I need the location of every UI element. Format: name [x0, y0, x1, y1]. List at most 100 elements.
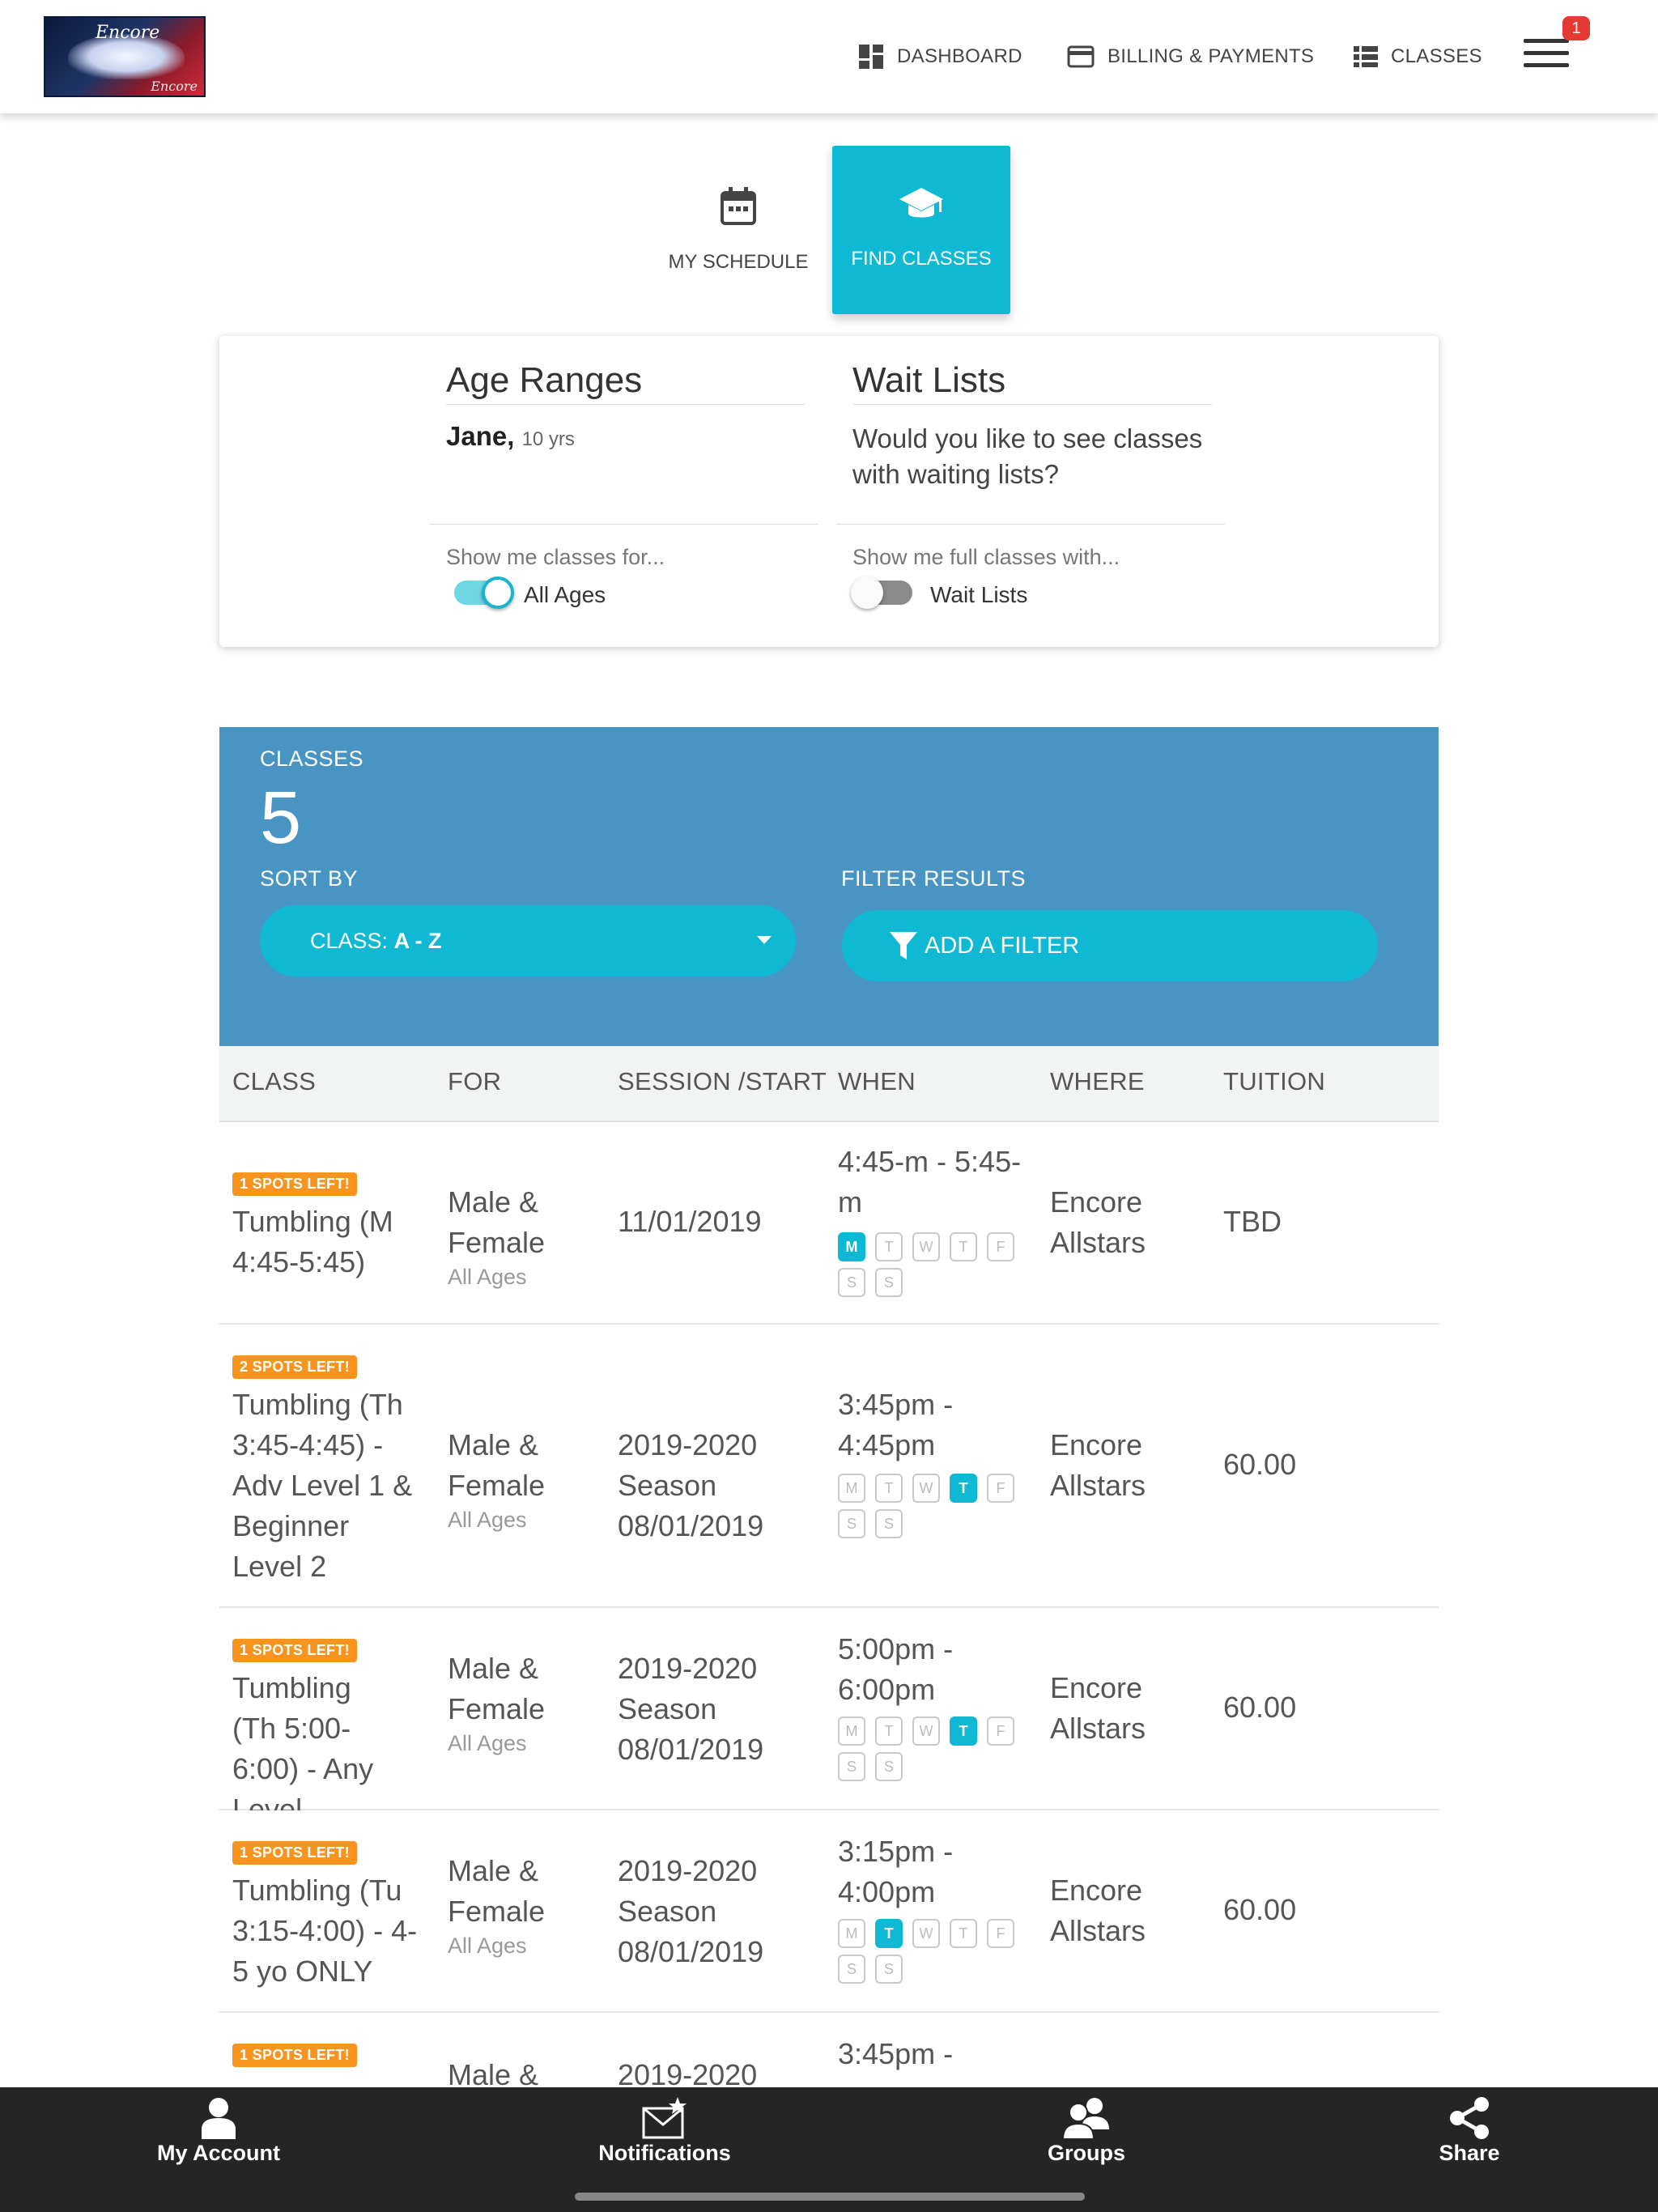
hamburger-icon [1524, 39, 1569, 43]
weekday-chip: F [987, 1919, 1014, 1948]
class-start: 08/01/2019 [618, 1733, 764, 1766]
weekday-chip: F [987, 1716, 1014, 1746]
nav-classes[interactable]: CLASSES [1354, 40, 1482, 73]
table-header: CLASS FOR SESSION /START WHEN WHERE TUIT… [219, 1046, 1439, 1122]
class-for: Male & Female All Ages [448, 1648, 593, 1757]
class-tuition: 60.00 [1223, 1448, 1297, 1481]
class-name[interactable]: Tumbling (M 4:45-5:45) [232, 1202, 419, 1283]
divider [836, 524, 1225, 525]
weekday-chip: M [838, 1919, 865, 1948]
column-when[interactable]: WHEN [838, 1067, 916, 1096]
weekday-chip: M [838, 1232, 865, 1261]
student-age: 10 yrs [521, 428, 575, 450]
class-tuition: 60.00 [1223, 1893, 1297, 1926]
tab-share[interactable]: Share [1372, 2097, 1567, 2166]
add-filter-button[interactable]: ADD A FILTER [842, 910, 1378, 981]
nav-dashboard[interactable]: DASHBOARD [858, 40, 1022, 73]
home-indicator[interactable] [575, 2193, 1085, 2201]
credit-card-icon [1067, 45, 1095, 68]
column-tuition[interactable]: TUITION [1223, 1067, 1325, 1096]
tab-my-schedule[interactable]: MY SCHEDULE [649, 146, 827, 314]
weekday-chip: F [987, 1232, 1014, 1261]
tab-my-account-label: My Account [156, 2141, 280, 2165]
tab-my-account[interactable]: My Account [121, 2097, 316, 2166]
logo-subtext: Encore [151, 79, 198, 94]
tab-find-classes[interactable]: FIND CLASSES [832, 146, 1010, 314]
calendar-icon [721, 187, 756, 225]
dashboard-icon [859, 45, 883, 69]
age-ranges-section: Age Ranges Jane, 10 yrs [446, 360, 835, 452]
chevron-down-icon [757, 936, 772, 944]
class-where: Encore Allstars [1050, 1428, 1146, 1502]
hamburger-menu-button[interactable] [1524, 39, 1572, 74]
column-class[interactable]: CLASS [232, 1067, 316, 1096]
weekday-chip: S [875, 1752, 903, 1781]
class-start: 11/01/2019 [618, 1205, 762, 1238]
class-name[interactable]: Tumbling (Th 3:45-4:45) - Adv Level 1 & … [232, 1385, 427, 1587]
sort-prefix: CLASS: [310, 928, 389, 953]
age-hint: Show me classes for... [446, 545, 665, 569]
all-ages-label: All Ages [524, 582, 606, 607]
divider [430, 524, 818, 525]
tab-notifications-label: Notifications [598, 2141, 731, 2165]
classes-count: 5 [260, 776, 302, 859]
tab-share-label: Share [1439, 2141, 1500, 2165]
weekday-chip: W [912, 1474, 940, 1503]
age-ranges-title: Age Ranges [446, 360, 806, 405]
class-where: Encore Allstars [1050, 1874, 1146, 1947]
weekday-chip: S [838, 1268, 865, 1297]
table-row[interactable]: 2 SPOTS LEFT! Tumbling (Th 3:45-4:45) - … [219, 1325, 1439, 1608]
table-row[interactable]: 1 SPOTS LEFT! Tumbling (M 4:45-5:45) Mal… [219, 1122, 1439, 1325]
column-session[interactable]: SESSION /START [618, 1067, 827, 1096]
list-icon [1354, 46, 1378, 67]
column-where[interactable]: WHERE [1050, 1067, 1145, 1096]
add-filter-label: ADD A FILTER [925, 932, 1080, 959]
person-icon [202, 2098, 236, 2139]
encore-logo[interactable]: Encore Encore [44, 16, 206, 97]
class-when: 3:15pm - 4:00pm [838, 1835, 954, 1908]
notification-badge: 1 [1562, 16, 1590, 40]
all-ages-toggle[interactable] [454, 576, 514, 609]
class-where: Encore Allstars [1050, 1185, 1146, 1259]
class-session: 2019-2020 Season 08/01/2019 [618, 1648, 796, 1770]
spots-left-badge: 1 SPOTS LEFT! [232, 1639, 357, 1662]
spots-left-badge: 1 SPOTS LEFT! [232, 1841, 357, 1865]
wait-lists-question: Would you like to see classes with waiti… [852, 423, 1203, 489]
weekday-indicators: MTWTFSS [838, 1474, 1024, 1545]
weekday-chip: T [875, 1716, 903, 1746]
sort-dropdown[interactable]: CLASS: A - Z [260, 905, 796, 976]
weekday-chip: F [987, 1474, 1014, 1503]
column-for[interactable]: FOR [448, 1067, 501, 1096]
classes-count-label: CLASSES [260, 747, 364, 771]
class-name[interactable]: Tumbling (Th 5:00-6:00) - Any Level [232, 1668, 402, 1830]
table-row[interactable]: 1 SPOTS LEFT! Tumbling (Tu 3:15-4:00) - … [219, 1810, 1439, 2013]
weekday-chip: M [838, 1716, 865, 1746]
weekday-chip: T [875, 1232, 903, 1261]
filter-card: Age Ranges Jane, 10 yrs Show me classes … [219, 336, 1439, 647]
weekday-chip: S [875, 1268, 903, 1297]
weekday-chip: T [875, 1919, 903, 1948]
bottom-tab-bar: My Account Notifications Groups Share [0, 2087, 1658, 2212]
tab-groups-label: Groups [1047, 2141, 1125, 2165]
tab-notifications[interactable]: Notifications [568, 2097, 762, 2166]
nav-billing[interactable]: BILLING & PAYMENTS [1067, 40, 1314, 73]
student-name: Jane, 10 yrs [446, 421, 575, 451]
weekday-chip: T [950, 1232, 977, 1261]
wait-hint: Show me full classes with... [852, 545, 1120, 569]
results-panel: CLASSES 5 SORT BY FILTER RESULTS CLASS: … [219, 727, 1439, 1046]
group-icon [1062, 2098, 1109, 2139]
class-for: Male & Female All Ages [448, 1182, 593, 1291]
weekday-chip: S [838, 1509, 865, 1538]
class-name[interactable]: Tumbling (Tu 3:15-4:00) - 4-5 yo ONLY [232, 1870, 419, 1992]
class-ages: All Ages [448, 1508, 527, 1532]
table-row[interactable]: 1 SPOTS LEFT! Tumbling (Th 5:00-6:00) - … [219, 1608, 1439, 1826]
spots-left-badge: 2 SPOTS LEFT! [232, 1355, 357, 1379]
spots-left-badge: 1 SPOTS LEFT! [232, 2044, 357, 2067]
tab-groups[interactable]: Groups [989, 2097, 1184, 2166]
wait-lists-toggle[interactable] [851, 576, 912, 609]
nav-billing-label: BILLING & PAYMENTS [1107, 45, 1315, 67]
weekday-chip: T [950, 1474, 977, 1503]
sort-by-label: SORT BY [260, 866, 359, 891]
class-session: 2019-2020 Season 08/01/2019 [618, 1851, 796, 1972]
logo-text: Encore [96, 23, 160, 43]
